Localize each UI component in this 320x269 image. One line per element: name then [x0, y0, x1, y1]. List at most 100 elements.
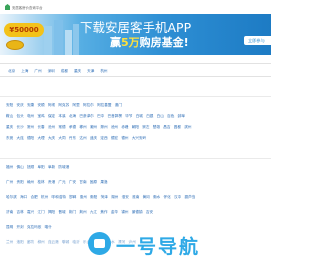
- city-link[interactable]: 广州: [6, 180, 13, 185]
- city-link[interactable]: 楚雄: [153, 125, 160, 130]
- city-link[interactable]: 白城: [136, 114, 143, 119]
- city-link[interactable]: 昌吉: [163, 125, 170, 130]
- city-link[interactable]: 赣州: [27, 180, 34, 185]
- city-link[interactable]: 杭州: [41, 195, 48, 200]
- city-link[interactable]: 重庆: [6, 125, 13, 130]
- city-link[interactable]: 济南: [6, 210, 13, 215]
- city-link[interactable]: 哈尔滨: [6, 195, 17, 200]
- city-link[interactable]: 赤峰: [121, 125, 128, 130]
- city-link[interactable]: 广元: [58, 180, 65, 185]
- city-link[interactable]: 荆门: [69, 210, 76, 215]
- city-link[interactable]: 安顺: [37, 103, 44, 108]
- city-link[interactable]: 桂林: [37, 180, 44, 185]
- city-link[interactable]: 开封: [16, 225, 23, 230]
- city-link[interactable]: 景德镇: [132, 210, 143, 215]
- city-link[interactable]: 德州: [121, 136, 128, 141]
- city-link[interactable]: 阜阳: [37, 165, 44, 170]
- city-link[interactable]: 郴州: [79, 125, 86, 130]
- city-link[interactable]: 巴音郭楞: [108, 114, 122, 119]
- hot-city-link[interactable]: 广州: [34, 69, 41, 74]
- city-link[interactable]: 贵阳: [16, 180, 23, 185]
- join-now-button[interactable]: 立即参与: [244, 36, 271, 45]
- city-link[interactable]: 佛山: [16, 165, 23, 170]
- city-link[interactable]: 果洛: [100, 180, 107, 185]
- city-link[interactable]: 迪庆: [90, 136, 97, 141]
- city-link[interactable]: 海口: [20, 195, 27, 200]
- city-link[interactable]: 昆明: [6, 225, 13, 230]
- city-link[interactable]: 阜新: [48, 165, 55, 170]
- city-link[interactable]: 长春: [37, 125, 44, 130]
- city-link[interactable]: 承德: [69, 125, 76, 130]
- city-link[interactable]: 鞍山: [6, 114, 13, 119]
- city-link[interactable]: 福州: [6, 165, 13, 170]
- city-link[interactable]: 大同: [58, 136, 65, 141]
- city-link[interactable]: 喀什: [45, 225, 52, 230]
- city-link[interactable]: 揭阳: [48, 210, 55, 215]
- city-link[interactable]: 阿拉善盟: [97, 103, 111, 108]
- hot-city-link[interactable]: 天津: [87, 69, 94, 74]
- city-link[interactable]: 朝阳: [132, 125, 139, 130]
- city-link[interactable]: 嘉兴: [27, 210, 34, 215]
- city-link[interactable]: 本溪: [58, 114, 65, 119]
- city-link[interactable]: 衡水: [153, 195, 160, 200]
- city-link[interactable]: 固原: [90, 180, 97, 185]
- city-link[interactable]: 金华: [111, 210, 118, 215]
- city-link[interactable]: 江门: [37, 210, 44, 215]
- hot-city-link[interactable]: 上海: [21, 69, 28, 74]
- city-link[interactable]: 淮南: [132, 195, 139, 200]
- city-link[interactable]: 安康: [27, 103, 34, 108]
- city-link[interactable]: 衡阳: [90, 195, 97, 200]
- city-link[interactable]: 甘南: [79, 180, 86, 185]
- city-link[interactable]: 大庆: [48, 136, 55, 141]
- app-download-banner[interactable]: ¥50000 下载安居客手机APP 赢5万购房基金! 立即参与: [0, 14, 271, 55]
- city-link[interactable]: 荆州: [79, 210, 86, 215]
- city-link[interactable]: 巴彦淖尔: [79, 114, 93, 119]
- city-link[interactable]: 阿坝: [48, 103, 55, 108]
- city-link[interactable]: 安庆: [16, 103, 23, 108]
- city-link[interactable]: 白山: [157, 114, 164, 119]
- hot-city-link[interactable]: 杭州: [100, 69, 107, 74]
- hot-city-link[interactable]: 北京: [8, 69, 15, 74]
- city-link[interactable]: 白银: [146, 114, 153, 119]
- city-link[interactable]: 滁州: [100, 125, 107, 130]
- city-link[interactable]: 呼和浩特: [52, 195, 66, 200]
- city-link[interactable]: 保定: [48, 114, 55, 119]
- city-link[interactable]: 淮安: [122, 195, 129, 200]
- city-link[interactable]: 毕节: [125, 114, 132, 119]
- city-link[interactable]: 丹东: [69, 136, 76, 141]
- city-link[interactable]: 昌都: [174, 125, 181, 130]
- city-link[interactable]: 晋城: [58, 210, 65, 215]
- city-link[interactable]: 吉林: [16, 210, 23, 215]
- city-link[interactable]: 葫芦岛: [185, 195, 196, 200]
- city-link[interactable]: 常州: [27, 125, 34, 130]
- city-link[interactable]: 安阳: [6, 103, 13, 108]
- city-link[interactable]: 沧州: [48, 125, 55, 130]
- city-link[interactable]: 大兴安岭: [132, 136, 146, 141]
- city-link[interactable]: 阿里: [73, 103, 80, 108]
- city-link[interactable]: 吉安: [146, 210, 153, 215]
- city-link[interactable]: 大理: [37, 136, 44, 141]
- city-link[interactable]: 菏泽: [101, 195, 108, 200]
- city-link[interactable]: 九江: [90, 210, 97, 215]
- city-link[interactable]: 汉中: [174, 195, 181, 200]
- city-link[interactable]: 锦州: [121, 210, 128, 215]
- city-link[interactable]: 怀化: [164, 195, 171, 200]
- city-link[interactable]: 湖州: [111, 195, 118, 200]
- city-link[interactable]: 北海: [69, 114, 76, 119]
- hot-city-link[interactable]: 深圳: [48, 69, 55, 74]
- city-link[interactable]: 蚌埠: [178, 114, 185, 119]
- city-link[interactable]: 百色: [167, 114, 174, 119]
- city-link[interactable]: 惠州: [80, 195, 87, 200]
- city-link[interactable]: 宝鸡: [37, 114, 44, 119]
- city-link[interactable]: 邯郸: [69, 195, 76, 200]
- city-link[interactable]: 防城港: [58, 165, 69, 170]
- city-link[interactable]: 崇左: [142, 125, 149, 130]
- city-link[interactable]: 广安: [69, 180, 76, 185]
- city-link[interactable]: 巴中: [97, 114, 104, 119]
- hot-city-link[interactable]: 重庆: [74, 69, 81, 74]
- city-link[interactable]: 包头: [16, 114, 23, 119]
- city-link[interactable]: 黄冈: [143, 195, 150, 200]
- city-link[interactable]: 常德: [58, 125, 65, 130]
- city-link[interactable]: 阿克苏: [58, 103, 69, 108]
- city-link[interactable]: 阿拉尔: [83, 103, 94, 108]
